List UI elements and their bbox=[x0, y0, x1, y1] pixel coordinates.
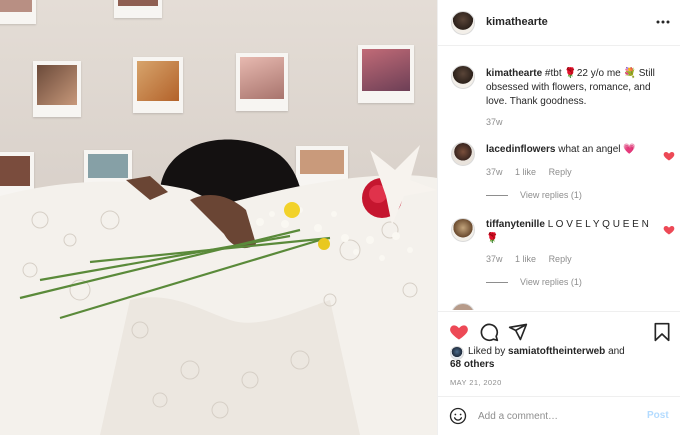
share-icon[interactable] bbox=[508, 322, 528, 342]
comment-reply-button[interactable]: Reply bbox=[549, 254, 572, 264]
comment-avatar[interactable] bbox=[451, 142, 475, 166]
liked-by-others[interactable]: 68 others bbox=[450, 359, 494, 370]
post-photo[interactable] bbox=[0, 0, 437, 435]
comment-age[interactable]: 37w bbox=[486, 167, 503, 177]
post-date[interactable]: MAY 21, 2020 bbox=[450, 378, 502, 387]
view-replies-button[interactable]: View replies (1) bbox=[486, 277, 582, 287]
comment-icon[interactable] bbox=[479, 322, 499, 342]
comment-age[interactable]: 37w bbox=[486, 254, 503, 264]
caption-avatar[interactable] bbox=[451, 65, 475, 89]
emoji-icon[interactable] bbox=[449, 407, 467, 425]
comments-list[interactable]: kimathearte #tbt 🌹22 y/o me 💐 Still obse… bbox=[438, 47, 680, 310]
comment-likes[interactable]: 1 like bbox=[515, 167, 536, 177]
comment-reply-button[interactable]: Reply bbox=[549, 167, 572, 177]
post-comment-button[interactable]: Post bbox=[647, 410, 669, 421]
comment-avatar[interactable] bbox=[451, 218, 475, 242]
caption-meta: 37w bbox=[486, 117, 513, 127]
post-sidebar: kimathearte kimathearte #tbt 🌹22 y/o me … bbox=[437, 0, 680, 435]
view-replies-line bbox=[486, 282, 508, 284]
author-username[interactable]: kimathearte bbox=[486, 16, 548, 28]
comment-avatar[interactable] bbox=[451, 303, 475, 310]
add-comment-row: Post bbox=[438, 396, 680, 435]
post-actions: Liked by samiatoftheinterweb and 68 othe… bbox=[438, 311, 680, 396]
liked-by-user[interactable]: samiatoftheinterweb bbox=[508, 346, 605, 357]
comment-text: tiffanytenille L O V E L Y Q U E E N 🌹 bbox=[486, 219, 649, 244]
caption: kimathearte #tbt 🌹22 y/o me 💐 Still obse… bbox=[486, 67, 671, 109]
liked-by-prefix: Liked by bbox=[468, 346, 506, 357]
comment-likes[interactable]: 1 like bbox=[515, 254, 536, 264]
heart-icon[interactable] bbox=[449, 322, 469, 342]
comment-username[interactable]: tiffanytenille bbox=[486, 219, 545, 230]
post-header: kimathearte bbox=[438, 0, 680, 46]
liked-by-joiner: and bbox=[608, 346, 625, 357]
comment-meta: 37w 1 like Reply bbox=[486, 254, 582, 264]
bookmark-icon[interactable] bbox=[652, 322, 672, 342]
comment-meta: 37w 1 like Reply bbox=[486, 167, 582, 177]
person-with-flowers bbox=[0, 139, 437, 435]
comment-username[interactable]: lacedinflowers bbox=[486, 144, 555, 155]
view-replies-button[interactable]: View replies (1) bbox=[486, 190, 582, 200]
author-avatar[interactable] bbox=[451, 11, 475, 35]
view-replies-line bbox=[486, 195, 508, 197]
caption-age[interactable]: 37w bbox=[486, 117, 503, 127]
add-comment-input[interactable] bbox=[478, 407, 638, 425]
caption-username[interactable]: kimathearte bbox=[486, 68, 542, 79]
more-icon[interactable] bbox=[655, 14, 671, 30]
comment-text: lacedinflowers what an angel 💗 bbox=[486, 144, 636, 155]
comment-like-heart-icon[interactable] bbox=[663, 223, 675, 235]
comment-like-heart-icon[interactable] bbox=[663, 149, 675, 161]
liked-by: Liked by samiatoftheinterweb and 68 othe… bbox=[450, 345, 660, 371]
